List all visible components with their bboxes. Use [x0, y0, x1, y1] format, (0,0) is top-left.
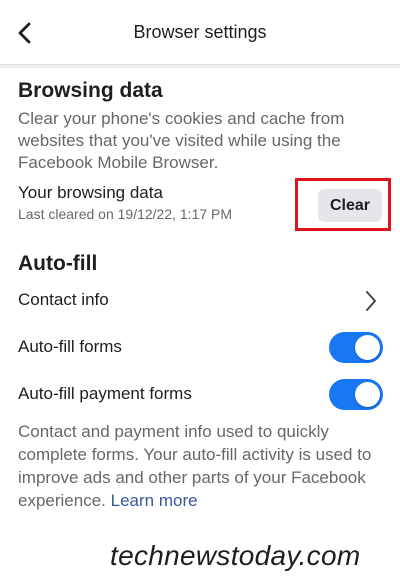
autofill-payment-forms-label: Auto-fill payment forms — [18, 384, 192, 403]
section-separator — [0, 65, 400, 68]
autofill-forms-label: Auto-fill forms — [18, 337, 122, 356]
toggle-knob — [355, 382, 380, 407]
autofill-heading: Auto-fill — [18, 252, 98, 275]
contact-info-row[interactable]: Contact info — [0, 278, 400, 322]
autofill-forms-row: Auto-fill forms — [0, 325, 400, 369]
autofill-forms-toggle[interactable] — [329, 332, 383, 363]
header-bar: Browser settings — [0, 0, 400, 64]
clear-button[interactable]: Clear — [318, 189, 382, 222]
page-title: Browser settings — [133, 22, 267, 42]
browsing-data-description: Clear your phone's cookies and cache fro… — [18, 109, 345, 172]
learn-more-link[interactable]: Learn more — [111, 491, 198, 510]
chevron-right-icon — [366, 291, 376, 311]
autofill-payment-forms-toggle[interactable] — [329, 379, 383, 410]
autofill-note: Contact and payment info used to quickly… — [18, 420, 390, 512]
browsing-data-heading: Browsing data — [18, 79, 163, 102]
contact-info-label: Contact info — [18, 290, 109, 309]
toggle-knob — [355, 335, 380, 360]
autofill-payment-forms-row: Auto-fill payment forms — [0, 372, 400, 416]
browsing-data-label: Your browsing data — [18, 183, 163, 202]
last-cleared-text: Last cleared on 19/12/22, 1:17 PM — [18, 206, 233, 222]
watermark: technewstoday.com — [110, 540, 361, 571]
